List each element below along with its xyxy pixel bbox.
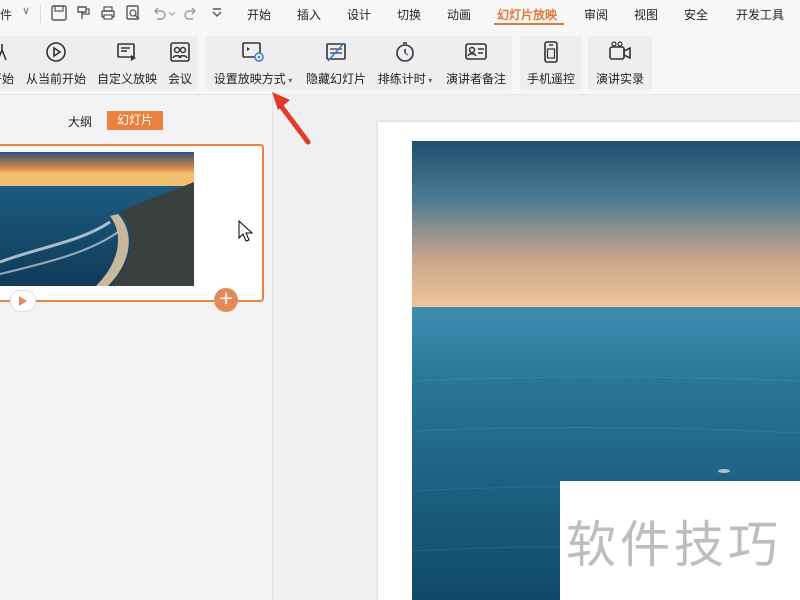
hide-slide-icon — [324, 40, 348, 64]
setup-show-button[interactable]: 设置放映方式 ▾ — [211, 38, 295, 88]
rehearse-timing-label: 排练计时 ▾ — [377, 72, 433, 86]
watermark-text: 软件技巧 — [566, 516, 782, 574]
start-slideshow-button[interactable]: 开始 — [0, 38, 18, 88]
meeting-button[interactable]: 会议 — [165, 38, 195, 88]
phone-remote-label: 手机遥控 — [526, 72, 575, 86]
rehearse-timing-button[interactable]: 排练计时 ▾ — [376, 38, 434, 88]
hide-slide-button[interactable]: 隐藏幻灯片 — [304, 38, 368, 88]
save-icon[interactable] — [50, 4, 68, 22]
speaker-notes-icon — [464, 40, 488, 64]
tab-security[interactable]: 安全 — [684, 6, 708, 23]
active-tab-indicator — [494, 23, 564, 25]
red-arrow-icon — [264, 82, 314, 152]
add-slide-button[interactable]: + — [214, 288, 238, 312]
tab-review[interactable]: 审阅 — [584, 6, 608, 23]
play-icon — [19, 296, 27, 306]
tab-transition[interactable]: 切换 — [397, 6, 421, 23]
customize-toolbar-icon[interactable] — [208, 4, 226, 22]
tab-view[interactable]: 视图 — [634, 6, 658, 23]
print-preview-icon[interactable] — [124, 4, 142, 22]
custom-show-icon — [115, 40, 139, 64]
speaker-notes-label: 演讲者备注 — [445, 72, 506, 86]
redo-icon[interactable] — [182, 4, 200, 22]
start-slideshow-label: 开始 — [0, 72, 14, 86]
tab-animation[interactable]: 动画 — [447, 6, 471, 23]
tab-home[interactable]: 开始 — [247, 6, 271, 23]
tab-outline[interactable]: 大纲 — [68, 113, 92, 130]
file-menu[interactable]: 件 — [0, 6, 12, 23]
slideshow-start-icon — [0, 40, 14, 64]
chevron-down-icon[interactable]: ∨ — [22, 4, 30, 17]
from-current-label: 从当前开始 — [25, 72, 86, 86]
dropdown-caret-icon: ▾ — [425, 76, 433, 85]
record-talk-label: 演讲实录 — [595, 72, 644, 86]
from-current-button[interactable]: 从当前开始 — [25, 38, 87, 88]
menu-bar: 件 ∨ 开始 插入 设计 切换 动画 幻灯片放映 审阅 视图 安全 开发工具 — [0, 0, 800, 28]
record-talk-button[interactable]: 演讲实录 — [592, 38, 648, 88]
tab-design[interactable]: 设计 — [347, 6, 371, 23]
print-icon[interactable] — [99, 4, 117, 22]
tab-slides[interactable]: 幻灯片 — [107, 111, 163, 130]
mouse-cursor-icon — [238, 219, 254, 246]
divider — [40, 5, 41, 23]
undo-icon[interactable] — [150, 4, 168, 22]
custom-show-button[interactable]: 自定义放映 — [96, 38, 158, 88]
custom-show-label: 自定义放映 — [96, 72, 157, 86]
slide-thumbnail-image — [0, 152, 194, 286]
format-painter-icon[interactable] — [74, 4, 92, 22]
tab-insert[interactable]: 插入 — [297, 6, 321, 23]
phone-remote-icon — [539, 40, 563, 64]
play-slide-button[interactable] — [10, 290, 36, 312]
record-camera-icon — [608, 40, 632, 64]
phone-remote-button[interactable]: 手机遥控 — [524, 38, 578, 88]
play-circle-icon — [44, 40, 68, 64]
meeting-icon — [168, 40, 192, 64]
tab-developer[interactable]: 开发工具 — [736, 6, 784, 23]
speaker-notes-button[interactable]: 演讲者备注 — [444, 38, 508, 88]
tab-slideshow[interactable]: 幻灯片放映 — [497, 6, 557, 23]
meeting-label: 会议 — [167, 72, 192, 86]
stopwatch-icon — [393, 40, 417, 64]
settings-screen-icon — [241, 40, 265, 64]
undo-dropdown-icon[interactable] — [168, 4, 176, 22]
